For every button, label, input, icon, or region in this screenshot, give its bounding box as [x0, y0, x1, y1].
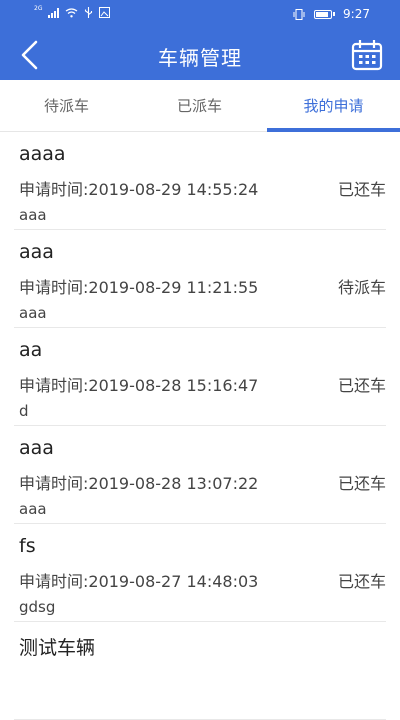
- status-text: 已还车: [337, 474, 386, 493]
- note-text: aaa: [19, 500, 47, 518]
- list-item[interactable]: 测试车辆: [14, 622, 386, 720]
- status-text: 已还车: [337, 376, 386, 395]
- apply-time: 申请时间:2019-08-27 14:48:03: [19, 572, 259, 591]
- vehicle-name: aaa: [19, 437, 54, 459]
- wifi-icon: [66, 7, 78, 17]
- usb-icon: [85, 7, 93, 18]
- list-item[interactable]: aaaa 申请时间:2019-08-29 14:55:24 已还车 aaa: [14, 132, 386, 230]
- note-text: d: [19, 402, 29, 420]
- image-icon: [99, 7, 111, 18]
- network-type: 2G: [34, 5, 43, 12]
- status-bar: 2G 9:27: [0, 0, 400, 30]
- tab-my-applications[interactable]: 我的申请: [267, 80, 400, 132]
- calendar-button[interactable]: [350, 38, 384, 72]
- apply-time: 申请时间:2019-08-28 13:07:22: [19, 474, 259, 493]
- list-item[interactable]: aa 申请时间:2019-08-28 15:16:47 已还车 d: [14, 328, 386, 426]
- vibrate-icon: [293, 8, 305, 20]
- apply-time: 申请时间:2019-08-29 11:21:55: [19, 278, 259, 297]
- list-item[interactable]: fs 申请时间:2019-08-27 14:48:03 已还车 gdsg: [14, 524, 386, 622]
- tab-pending[interactable]: 待派车: [0, 80, 133, 132]
- list-item[interactable]: aaa 申请时间:2019-08-28 13:07:22 已还车 aaa: [14, 426, 386, 524]
- list-item[interactable]: aaa 申请时间:2019-08-29 11:21:55 待派车 aaa: [14, 230, 386, 328]
- note-text: gdsg: [19, 598, 56, 616]
- battery-icon: [314, 9, 333, 19]
- page-title: 车辆管理: [158, 46, 242, 70]
- status-text: 已还车: [337, 572, 386, 591]
- clock-time: 9:27: [343, 7, 370, 21]
- nav-bar: 车辆管理: [0, 30, 400, 80]
- vehicle-name: aa: [19, 339, 43, 361]
- note-text: aaa: [19, 206, 47, 224]
- apply-time: 申请时间:2019-08-28 15:16:47: [19, 376, 259, 395]
- application-list: aaaa 申请时间:2019-08-29 14:55:24 已还车 aaa aa…: [0, 132, 400, 720]
- vehicle-name: fs: [19, 535, 36, 557]
- calendar-icon: [351, 40, 383, 71]
- vehicle-name: aaa: [19, 241, 54, 263]
- status-text: 已还车: [337, 180, 386, 199]
- signal-icon: [48, 7, 60, 18]
- tab-bar: 待派车 已派车 我的申请: [0, 80, 400, 132]
- vehicle-name: 测试车辆: [19, 637, 96, 659]
- app-header: 2G 9:27 车辆管理: [0, 0, 400, 80]
- note-text: aaa: [19, 304, 47, 322]
- vehicle-name: aaaa: [19, 143, 66, 165]
- status-text: 待派车: [337, 278, 386, 297]
- apply-time: 申请时间:2019-08-29 14:55:24: [19, 180, 259, 199]
- tab-dispatched[interactable]: 已派车: [133, 80, 266, 132]
